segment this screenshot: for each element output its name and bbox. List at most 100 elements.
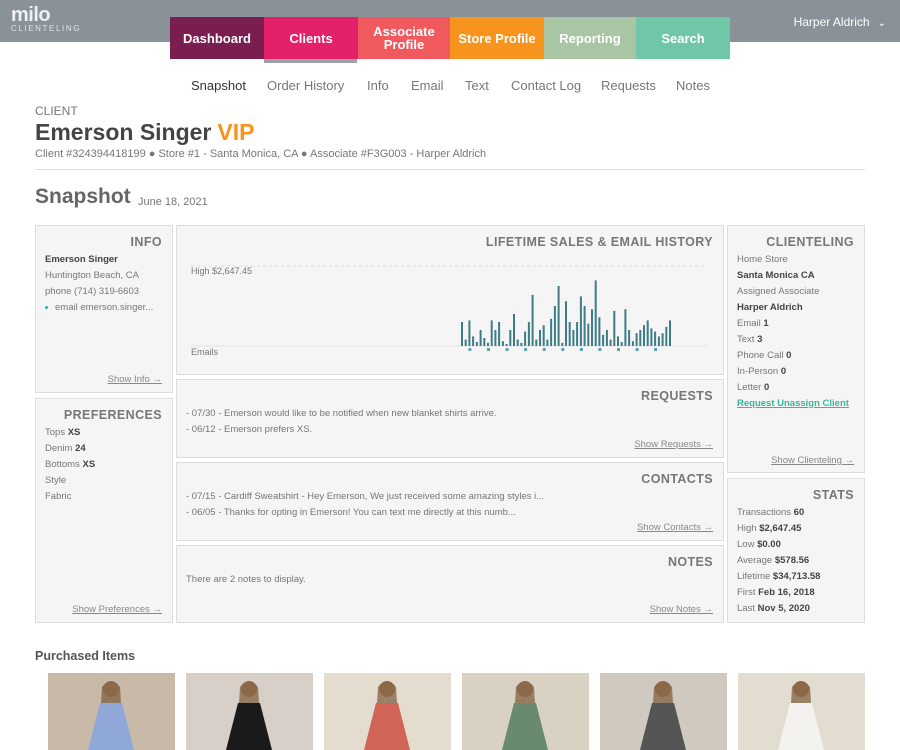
show-requests-link[interactable]: Show Requests → <box>634 439 713 450</box>
count-label: Email <box>737 318 761 329</box>
stat-label: Last <box>737 603 755 614</box>
product-image[interactable] <box>462 673 589 750</box>
subnav-email[interactable]: Email <box>411 78 444 93</box>
product-image[interactable] <box>48 673 175 750</box>
stat-item: Transactions 60 <box>737 505 820 521</box>
nav-tab-label: Reporting <box>559 30 621 46</box>
nav-tab-label: Associate Profile <box>373 24 435 52</box>
snapshot-date: June 18, 2021 <box>138 196 208 208</box>
client-name-heading: Emerson Singer VIP <box>35 119 254 146</box>
nav-tab-label: Store Profile <box>458 30 536 46</box>
subnav-snapshot[interactable]: Snapshot <box>191 78 246 93</box>
preference-item: Tops XS <box>45 425 95 441</box>
chart-bar <box>631 341 634 346</box>
chart-bar <box>579 296 582 346</box>
chart-bar <box>665 326 668 346</box>
subnav-requests[interactable]: Requests <box>601 78 656 93</box>
count-label: Text <box>737 334 755 345</box>
email-marker <box>617 348 620 351</box>
preference-label: Bottoms <box>45 459 80 470</box>
requests-panel: REQUESTS - 07/30 - Emerson would like to… <box>176 379 724 458</box>
nav-tab-clients[interactable]: Clients <box>264 17 358 59</box>
clienteling-panel: CLIENTELING Home Store Santa Monica CA A… <box>727 225 865 473</box>
home-store-value: Santa Monica CA <box>737 270 815 281</box>
stat-label: Average <box>737 555 773 566</box>
subnav-contact-log[interactable]: Contact Log <box>511 78 581 93</box>
product-image[interactable] <box>324 673 451 750</box>
stats-list: Transactions 60 High $2,647.45 Low $0.00… <box>737 505 820 617</box>
count-value: 0 <box>780 366 787 377</box>
client-label: CLIENT <box>35 104 78 118</box>
contact-item: - 06/05 - Thanks for opting in Emerson! … <box>186 507 516 518</box>
subnav-notes[interactable]: Notes <box>676 78 710 93</box>
chart-bar <box>609 339 612 346</box>
preferences-list: Tops XS Denim 24 Bottoms XS Style Fabric <box>45 425 95 505</box>
preference-item: Fabric <box>45 489 95 505</box>
main-nav: Dashboard Clients Associate Profile Stor… <box>170 17 730 59</box>
nav-tab-associate-profile[interactable]: Associate Profile <box>358 17 450 59</box>
subnav-text[interactable]: Text <box>465 78 489 93</box>
chart-bar <box>487 342 489 346</box>
chart-bar <box>524 331 527 346</box>
count-value: 1 <box>763 318 769 329</box>
stat-item: Low $0.00 <box>737 537 820 553</box>
request-item: - 07/30 - Emerson would like to be notif… <box>186 408 497 419</box>
panel-title: REQUESTS <box>641 389 713 403</box>
chart-bar <box>472 336 475 346</box>
subnav-info[interactable]: Info <box>367 78 389 93</box>
count-value: 3 <box>757 334 763 345</box>
active-tab-indicator <box>264 59 357 63</box>
product-image[interactable] <box>738 673 865 750</box>
subnav-order-history[interactable]: Order History <box>267 78 344 93</box>
email-marker <box>524 348 528 351</box>
chart-bar <box>527 322 530 346</box>
show-info-link[interactable]: Show Info → <box>108 374 162 385</box>
chart-bar <box>657 336 660 346</box>
chart-bar <box>628 330 631 346</box>
chart-bar <box>650 328 653 346</box>
client-meta: Client #324394418199 ● Store #1 - Santa … <box>35 148 487 160</box>
nav-tab-reporting[interactable]: Reporting <box>544 17 636 59</box>
chart-bar <box>498 322 501 346</box>
stat-label: Low <box>737 539 755 550</box>
stat-label: First <box>737 587 756 598</box>
email-marker <box>487 348 490 351</box>
info-email-row: email emerson.singer... <box>45 300 153 316</box>
preference-item: Denim 24 <box>45 441 95 457</box>
sub-nav: Snapshot Order History Info Email Text C… <box>0 78 900 98</box>
panel-title: NOTES <box>667 555 713 569</box>
nav-tab-store-profile[interactable]: Store Profile <box>450 17 544 59</box>
nav-tab-search[interactable]: Search <box>636 17 730 59</box>
stat-item: Lifetime $34,713.58 <box>737 569 820 585</box>
product-image[interactable] <box>186 673 313 750</box>
chart-bar <box>553 306 556 346</box>
associate-label: Assigned Associate <box>737 286 820 297</box>
preference-item: Style <box>45 473 95 489</box>
show-notes-link[interactable]: Show Notes → <box>650 604 713 615</box>
product-image[interactable] <box>600 673 727 750</box>
user-menu[interactable]: Harper Aldrich ⌄ <box>794 15 886 29</box>
show-preferences-link[interactable]: Show Preferences → <box>72 604 162 615</box>
chart-bar <box>639 330 642 346</box>
email-marker <box>598 348 602 351</box>
info-details: Emerson Singer Huntington Beach, CA phon… <box>45 252 153 316</box>
chart-bar <box>542 325 545 346</box>
sales-history-panel: LIFETIME SALES & EMAIL HISTORY High $2,6… <box>176 225 724 375</box>
chart-bar <box>505 344 508 346</box>
chart-bar <box>513 314 515 346</box>
nav-tab-dashboard[interactable]: Dashboard <box>170 17 264 59</box>
emails-label: Emails <box>191 347 219 357</box>
chart-bar <box>475 342 478 346</box>
associate-value: Harper Aldrich <box>737 302 803 313</box>
preference-item: Bottoms XS <box>45 457 95 473</box>
app-logo[interactable]: milo CLIENTELING <box>11 5 81 33</box>
stat-value: $578.56 <box>774 555 810 566</box>
show-clienteling-link[interactable]: Show Clienteling → <box>771 455 854 466</box>
chart-bar <box>617 336 619 346</box>
product-photo-graphic <box>324 673 451 750</box>
show-contacts-link[interactable]: Show Contacts → <box>637 522 713 533</box>
high-label: High $2,647.45 <box>191 266 252 276</box>
request-unassign-link[interactable]: Request Unassign Client <box>737 398 849 409</box>
info-name: Emerson Singer <box>45 254 118 265</box>
chart-bar <box>531 294 534 346</box>
